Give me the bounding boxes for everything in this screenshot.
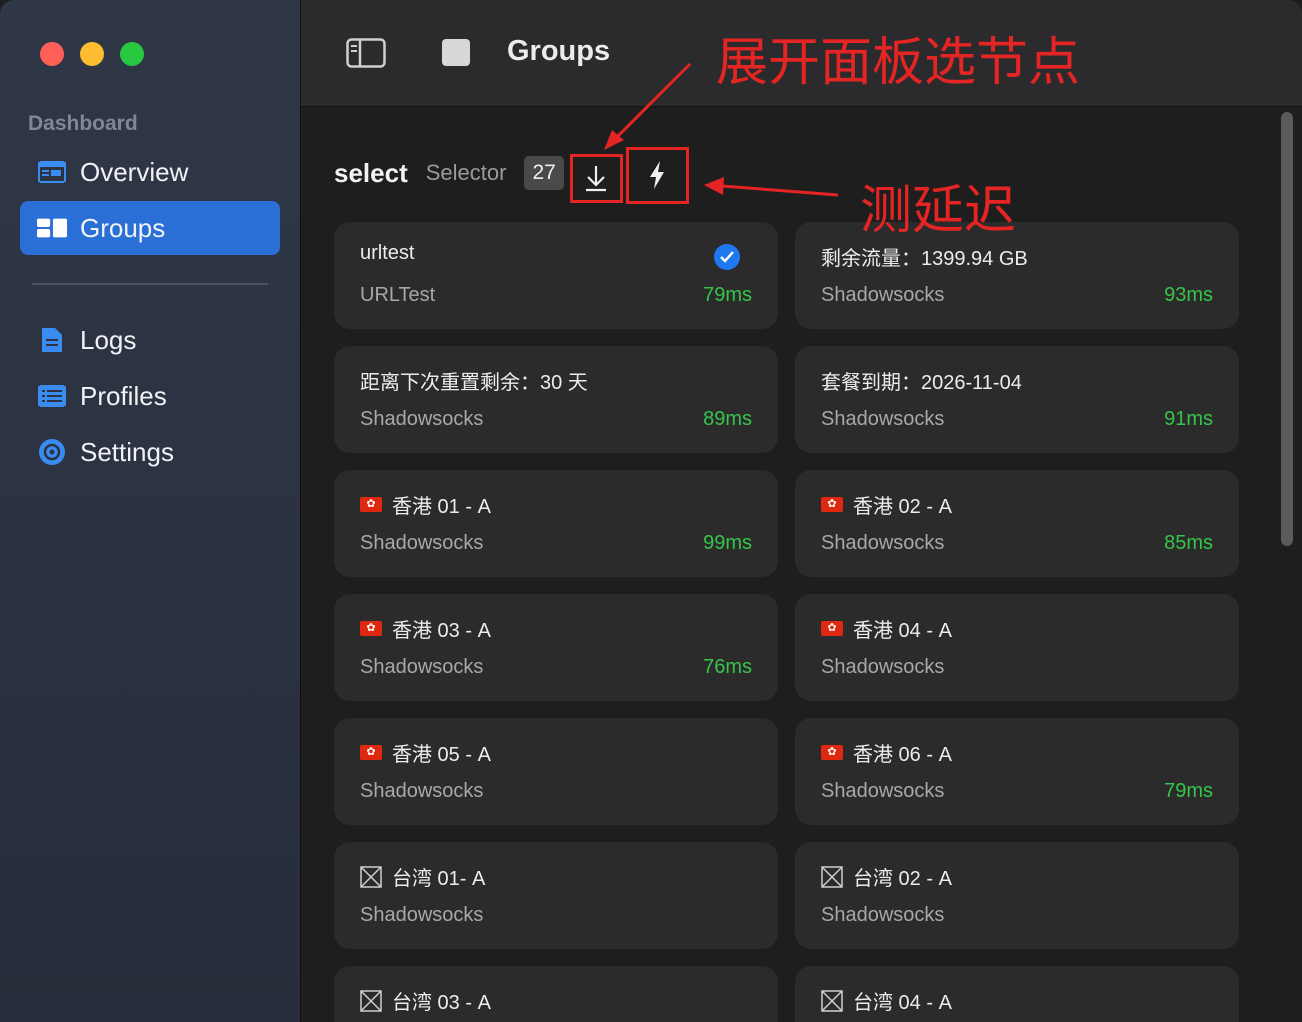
annotation-expand-text: 展开面板选节点 bbox=[716, 33, 1081, 93]
annotation-arrows bbox=[604, 62, 839, 197]
arrow-head bbox=[704, 177, 724, 195]
annotation-latency-text: 测延迟 bbox=[860, 181, 1017, 241]
app-window: Dashboard Overview Groups Logs Profiles bbox=[0, 0, 1302, 1022]
